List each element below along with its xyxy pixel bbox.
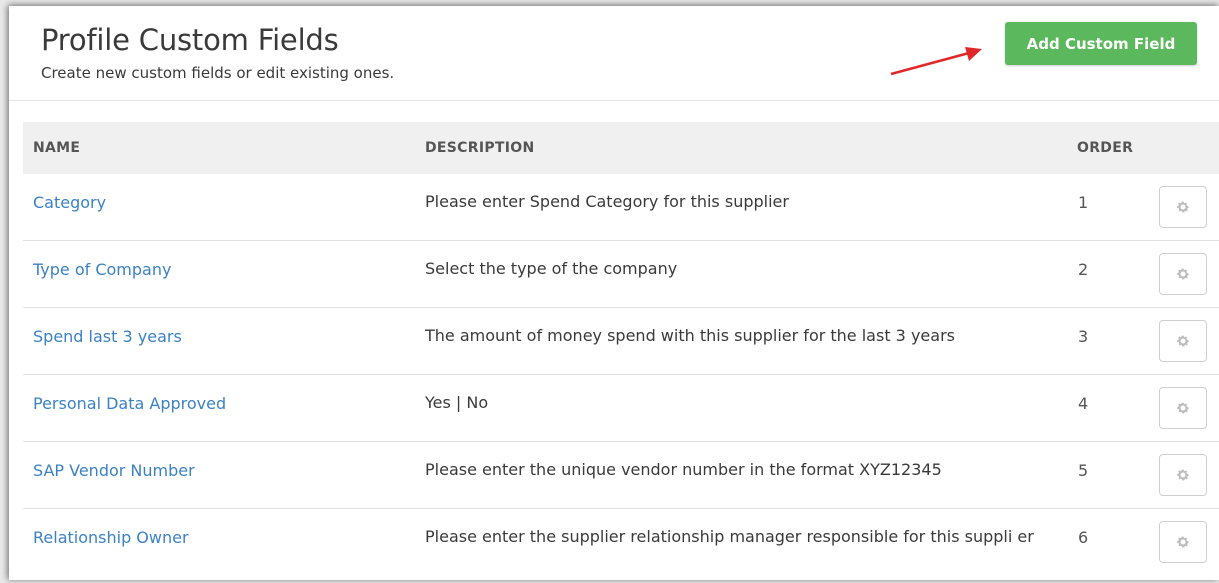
field-description: Please enter the unique vendor number in… [425,460,942,479]
gear-icon [1177,469,1189,481]
table-row: Type of Company Select the type of the c… [23,241,1219,308]
row-settings-button[interactable] [1159,387,1207,429]
annotation-arrow-icon [890,47,982,76]
gear-icon [1177,402,1189,414]
field-description: Select the type of the company [425,259,678,278]
page-title: Profile Custom Fields [41,23,339,57]
column-header-order: ORDER [1077,140,1134,156]
field-description: Yes | No [425,393,489,412]
custom-fields-table: NAME DESCRIPTION ORDER Category Please e… [23,122,1219,583]
field-order: 1 [1078,193,1089,212]
field-order: 2 [1078,260,1089,279]
row-settings-button[interactable] [1159,320,1207,362]
row-settings-button[interactable] [1159,253,1207,295]
field-order: 4 [1078,394,1089,413]
custom-fields-panel: Profile Custom Fields Create new custom … [9,6,1219,580]
field-order: 3 [1078,327,1089,346]
field-order: 6 [1078,528,1089,547]
field-description: The amount of money spend with this supp… [425,326,955,345]
field-name-link[interactable]: Type of Company [33,260,171,279]
header-divider [9,100,1219,101]
field-description: Please enter the supplier relationship m… [425,527,1034,546]
table-row: Category Please enter Spend Category for… [23,174,1219,241]
field-name-link[interactable]: Spend last 3 years [33,327,182,346]
gear-icon [1177,268,1189,280]
field-name-link[interactable]: Relationship Owner [33,528,189,547]
gear-icon [1177,201,1189,213]
field-order: 5 [1078,461,1089,480]
table-row: Personal Data Approved Yes | No 4 [23,375,1219,442]
row-settings-button[interactable] [1159,454,1207,496]
column-header-name: NAME [33,140,81,156]
gear-icon [1177,536,1189,548]
row-settings-button[interactable] [1159,186,1207,228]
column-header-description: DESCRIPTION [425,140,535,156]
table-row: Relationship Owner Please enter the supp… [23,509,1219,583]
row-settings-button[interactable] [1159,521,1207,563]
gear-icon [1177,335,1189,347]
field-description: Please enter Spend Category for this sup… [425,192,789,211]
page-subtitle: Create new custom fields or edit existin… [41,64,395,82]
table-row: SAP Vendor Number Please enter the uniqu… [23,442,1219,509]
table-header: NAME DESCRIPTION ORDER [23,122,1219,174]
field-name-link[interactable]: Personal Data Approved [33,394,226,413]
field-name-link[interactable]: SAP Vendor Number [33,461,195,480]
add-custom-field-button[interactable]: Add Custom Field [1005,22,1197,65]
field-name-link[interactable]: Category [33,193,106,212]
table-row: Spend last 3 years The amount of money s… [23,308,1219,375]
